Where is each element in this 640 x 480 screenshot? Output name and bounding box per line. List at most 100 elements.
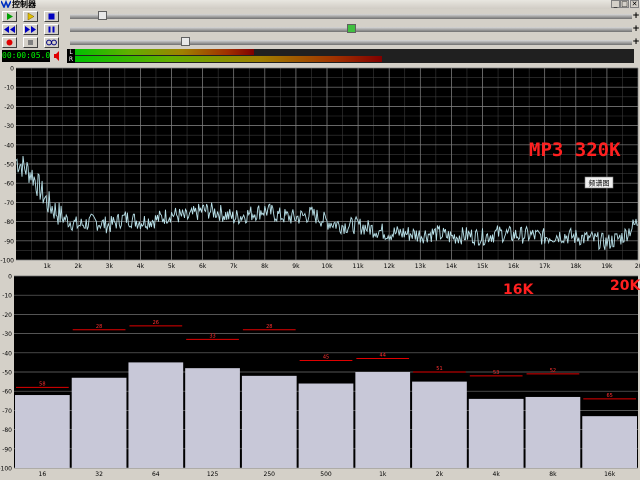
spectrum-x-tick-label: 7k bbox=[230, 263, 238, 270]
band-peak-label: 45 bbox=[323, 354, 329, 360]
spectrum-y-tick-label: -40 bbox=[4, 142, 14, 149]
stop-icon bbox=[48, 13, 55, 20]
band-peak-label: 58 bbox=[39, 381, 45, 387]
spectrum-x-tick-label: 6k bbox=[199, 263, 207, 270]
maximize-button[interactable]: □ bbox=[620, 0, 629, 8]
window-title: 控制器 bbox=[12, 0, 36, 9]
band-bar bbox=[15, 395, 70, 468]
loop-icon bbox=[46, 39, 57, 46]
meter-left-bar bbox=[75, 49, 254, 55]
spectrum-x-tick-label: 11k bbox=[353, 263, 365, 270]
bands-y-tick-label: -10 bbox=[2, 293, 12, 300]
band-bar bbox=[128, 362, 184, 468]
spectrum-x-tick-label: 10k bbox=[321, 263, 333, 270]
bands-y-tick-label: -100 bbox=[0, 466, 12, 473]
volume-thumb[interactable] bbox=[180, 37, 190, 46]
spectrum-x-tick-label: 17k bbox=[539, 263, 551, 270]
spectrum-x-tick-label: 12k bbox=[384, 263, 396, 270]
band-peak-label: 26 bbox=[153, 320, 159, 326]
bands-y-tick-label: -50 bbox=[2, 370, 12, 377]
meter-right-bar bbox=[75, 56, 383, 62]
bands-y-tick-label: -80 bbox=[2, 427, 12, 434]
spectrum-x-tick-label: 15k bbox=[477, 263, 489, 270]
spectrum-x-tick-label: 5k bbox=[168, 263, 176, 270]
play-button[interactable] bbox=[2, 11, 17, 22]
rewind-button[interactable] bbox=[2, 24, 17, 35]
square-icon bbox=[28, 40, 33, 45]
spectrum-y-tick-label: -60 bbox=[4, 181, 14, 188]
band-bar bbox=[525, 396, 581, 468]
bands-y-tick-label: -40 bbox=[2, 350, 12, 357]
position-plus-button[interactable]: + bbox=[632, 11, 640, 21]
app-logo-icon bbox=[1, 0, 11, 8]
spectrum-x-tick-label: 14k bbox=[446, 263, 458, 270]
band-peak-label: 33 bbox=[209, 333, 215, 339]
bands-y-tick-label: -60 bbox=[2, 389, 12, 396]
spectrum-x-tick-label: 19k bbox=[601, 263, 613, 270]
band-peak-label: 28 bbox=[96, 324, 102, 330]
spectrum-y-tick-label: -30 bbox=[4, 123, 14, 130]
spectrum-y-tick-label: -50 bbox=[4, 162, 14, 169]
volume-plus-button[interactable]: + bbox=[632, 37, 640, 47]
bands-y-tick-label: -90 bbox=[2, 446, 12, 453]
position-thumb[interactable] bbox=[97, 11, 107, 20]
spectrum-y-tick-label: -100 bbox=[0, 258, 14, 265]
band-peak-label: 65 bbox=[606, 393, 612, 399]
annotation-20k: 20K bbox=[610, 278, 640, 294]
stop-button[interactable] bbox=[44, 11, 59, 22]
record-icon bbox=[6, 39, 13, 46]
play-icon bbox=[7, 13, 13, 20]
band-bar bbox=[241, 375, 297, 468]
rewind-icon bbox=[4, 26, 15, 33]
band-bar bbox=[298, 383, 354, 468]
balance-slider[interactable] bbox=[70, 24, 632, 34]
band-x-tick-label: 16 bbox=[39, 471, 47, 478]
band-bar bbox=[71, 377, 127, 468]
band-x-tick-label: 8k bbox=[549, 471, 557, 478]
band-bar bbox=[582, 416, 637, 468]
volume-slider[interactable] bbox=[70, 37, 632, 47]
loop-button[interactable] bbox=[44, 37, 59, 48]
meter-right-label: R bbox=[68, 56, 74, 63]
band-x-tick-label: 1k bbox=[379, 471, 387, 478]
pause-icon bbox=[48, 26, 55, 33]
spectrum-x-tick-label: 3k bbox=[106, 263, 114, 270]
spectrum-y-tick-label: -90 bbox=[4, 238, 14, 245]
spectrum-chart: 0 -10 -20 -30 -40 -50 -60 -70 -80 -90 -100 1k 2k 3k 4k… bbox=[0, 65, 640, 272]
band-x-tick-label: 250 bbox=[264, 471, 276, 478]
spectrum-x-tick-label: 18k bbox=[570, 263, 582, 270]
spectrum-x-tick-label: 1k bbox=[43, 263, 51, 270]
level-meter bbox=[75, 49, 634, 63]
balance-plus-button[interactable]: + bbox=[632, 24, 640, 34]
title-bar: 控制器 _ □ ✕ bbox=[0, 0, 640, 9]
fast-forward-button[interactable] bbox=[23, 24, 38, 35]
position-track bbox=[70, 14, 632, 19]
close-button[interactable]: ✕ bbox=[630, 0, 639, 8]
speaker-icon bbox=[54, 51, 59, 61]
spectrum-tooltip: 频谱图 bbox=[589, 179, 610, 188]
record-stop-button[interactable] bbox=[23, 37, 38, 48]
minimize-button[interactable]: _ bbox=[611, 0, 620, 8]
spectrum-x-tick-label: 2( bbox=[635, 263, 640, 270]
band-bar bbox=[468, 398, 524, 468]
spectrum-x-tick-label: 8k bbox=[261, 263, 269, 270]
spectrum-y-tick-label: -70 bbox=[4, 200, 14, 207]
record-button[interactable] bbox=[2, 37, 17, 48]
position-slider[interactable] bbox=[70, 11, 632, 21]
band-peak-label: 28 bbox=[266, 324, 272, 330]
spectrum-x-tick-label: 16k bbox=[508, 263, 520, 270]
spectrum-y-tick-label: -20 bbox=[4, 104, 14, 111]
fast-forward-icon bbox=[25, 26, 36, 33]
band-bar bbox=[412, 381, 467, 468]
balance-thumb[interactable] bbox=[346, 24, 356, 33]
pause-play-button[interactable] bbox=[23, 11, 38, 22]
band-peak-label: 53 bbox=[493, 370, 499, 376]
pause-button[interactable] bbox=[44, 24, 59, 35]
band-x-tick-label: 500 bbox=[320, 471, 332, 478]
band-x-tick-label: 64 bbox=[152, 471, 160, 478]
play-outline-icon bbox=[27, 12, 35, 21]
volume-track bbox=[70, 40, 632, 45]
octave-band-chart: 0 -10 -20 -30 -40 -50 -60 -70 -80 -90 -100 58 16 28 32… bbox=[0, 273, 640, 480]
band-x-tick-label: 32 bbox=[95, 471, 103, 478]
bands-y-tick-label: 0 bbox=[8, 274, 12, 281]
